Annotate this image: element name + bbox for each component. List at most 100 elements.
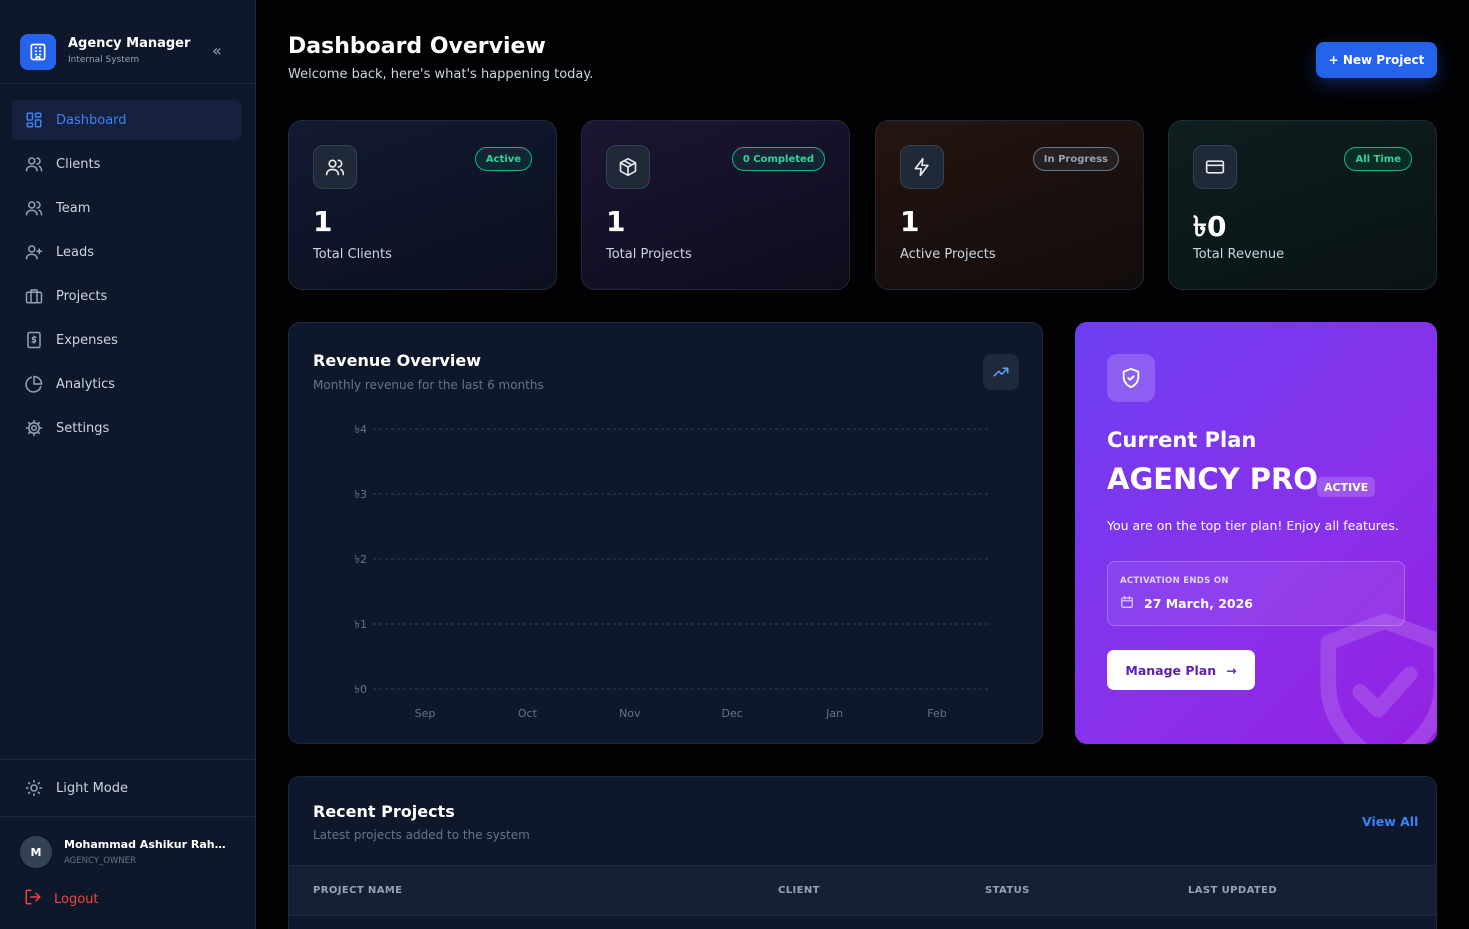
briefcase-icon [24,286,44,306]
sidebar-item-leads[interactable]: Leads [12,232,242,272]
x-tick-label: Feb [927,707,946,720]
column-header-client[interactable]: CLIENT [778,885,820,896]
user-role: AGENCY_OWNER [64,856,136,866]
avatar[interactable]: M [20,836,52,868]
x-tick-label: Oct [518,707,538,720]
trending-up-icon[interactable] [983,354,1019,390]
sidebar-item-label: Dashboard [56,112,127,128]
stat-card-total-projects: 0 Completed 1 Total Projects [581,120,850,290]
sidebar-item-projects[interactable]: Projects [12,276,242,316]
logout-icon [24,888,42,910]
sidebar-item-dashboard[interactable]: Dashboard [12,100,242,140]
stat-card-total-clients: Active 1 Total Clients [288,120,557,290]
new-project-button[interactable]: + New Project [1316,42,1437,78]
recent-projects-title: Recent Projects [313,802,455,821]
manage-plan-label: Manage Plan [1125,662,1217,678]
stat-value: ৳0 [1193,210,1227,243]
dashboard-icon [24,110,44,130]
activation-label: ACTIVATION ENDS ON [1120,576,1229,586]
plan-name: AGENCY PRO [1107,462,1318,496]
table-header: PROJECT NAME CLIENT STATUS LAST UPDATED [289,865,1436,916]
shield-check-icon [1107,354,1155,402]
stat-value: 1 [313,205,333,238]
stat-label: Total Clients [313,247,392,262]
brand-header: Agency Manager Internal System « [0,0,255,84]
page-subtitle: Welcome back, here's what's happening to… [288,67,594,82]
y-tick-label: ৳4 [355,423,367,436]
stat-card-total-revenue: All Time ৳0 Total Revenue [1168,120,1437,290]
theme-toggle-label: Light Mode [56,780,128,796]
credit-card-icon [1193,145,1237,189]
y-tick-label: ৳3 [355,488,367,501]
sidebar-item-settings[interactable]: Settings [12,408,242,448]
x-tick-label: Nov [619,707,641,720]
view-all-link[interactable]: View All [1362,814,1418,829]
stat-value: 1 [606,205,626,238]
manage-plan-button[interactable]: Manage Plan → [1107,650,1255,690]
sidebar-item-label: Clients [56,156,101,172]
x-tick-label: Sep [415,707,436,720]
activation-date-row: 27 March, 2026 [1120,595,1253,612]
x-tick-label: Dec [722,707,743,720]
users-icon [24,154,44,174]
lightning-icon [900,145,944,189]
status-badge: 0 Completed [731,147,825,171]
user-plus-icon [24,242,44,262]
sidebar-item-expenses[interactable]: Expenses [12,320,242,360]
sidebar-item-analytics[interactable]: Analytics [12,364,242,404]
column-header-last-updated[interactable]: LAST UPDATED [1188,885,1277,896]
pie-chart-icon [24,374,44,394]
x-tick-label: Jan [825,707,843,720]
stat-value: 1 [900,205,920,238]
sidebar-item-clients[interactable]: Clients [12,144,242,184]
brand-title: Agency Manager [68,36,191,51]
plan-description: You are on the top tier plan! Enjoy all … [1107,518,1399,533]
plan-heading: Current Plan [1107,428,1257,452]
stat-card-active-projects: In Progress 1 Active Projects [875,120,1144,290]
sidebar-item-label: Team [56,200,91,216]
revenue-overview-card: ৳4 ৳3 ৳2 ৳1 ৳0 Sep Oct Nov Dec Jan Feb Revenue Ove… [288,322,1043,744]
recent-projects-card: Recent Projects Latest projects added to… [288,776,1437,929]
arrow-right-icon: → [1226,662,1237,678]
status-badge: All Time [1344,147,1412,171]
sidebar-item-label: Settings [56,420,110,436]
sidebar-item-label: Expenses [56,332,118,348]
recent-projects-subtitle: Latest projects added to the system [313,828,530,842]
users-icon [24,198,44,218]
revenue-subtitle: Monthly revenue for the last 6 months [313,378,544,392]
brand-subtitle: Internal System [68,55,140,65]
box-icon [606,145,650,189]
column-header-project-name[interactable]: PROJECT NAME [313,885,402,896]
revenue-title: Revenue Overview [313,351,481,370]
building-icon [20,34,56,70]
y-tick-label: ৳0 [355,683,367,696]
status-badge: In Progress [1032,147,1119,171]
user-name: Mohammad Ashikur Rahman ... [64,838,236,851]
users-icon [313,145,357,189]
receipt-icon [24,330,44,350]
activation-box: ACTIVATION ENDS ON 27 March, 2026 [1107,561,1405,626]
y-tick-label: ৳1 [355,618,367,631]
column-header-status[interactable]: STATUS [985,885,1030,896]
logout-label: Logout [54,891,99,907]
collapse-sidebar-icon[interactable]: « [212,42,222,60]
sidebar-divider [0,816,256,817]
page-title: Dashboard Overview [288,34,546,59]
stat-label: Active Projects [900,247,996,262]
sidebar: Agency Manager Internal System « Dashboa… [0,0,256,929]
status-badge: Active [474,147,532,171]
sidebar-divider [0,759,256,760]
sun-icon [24,778,44,798]
calendar-icon [1120,595,1134,612]
theme-toggle[interactable]: Light Mode [12,768,242,808]
current-plan-card: Current Plan AGENCY PRO ACTIVE You are o… [1075,322,1437,744]
plan-status-badge: ACTIVE [1317,477,1376,497]
sidebar-item-team[interactable]: Team [12,188,242,228]
gear-icon [24,418,44,438]
activation-date: 27 March, 2026 [1144,596,1253,611]
sidebar-item-label: Leads [56,244,95,260]
sidebar-item-label: Projects [56,288,108,304]
stat-label: Total Revenue [1193,247,1285,262]
sidebar-item-label: Analytics [56,376,116,392]
logout-button[interactable]: Logout [24,888,99,910]
